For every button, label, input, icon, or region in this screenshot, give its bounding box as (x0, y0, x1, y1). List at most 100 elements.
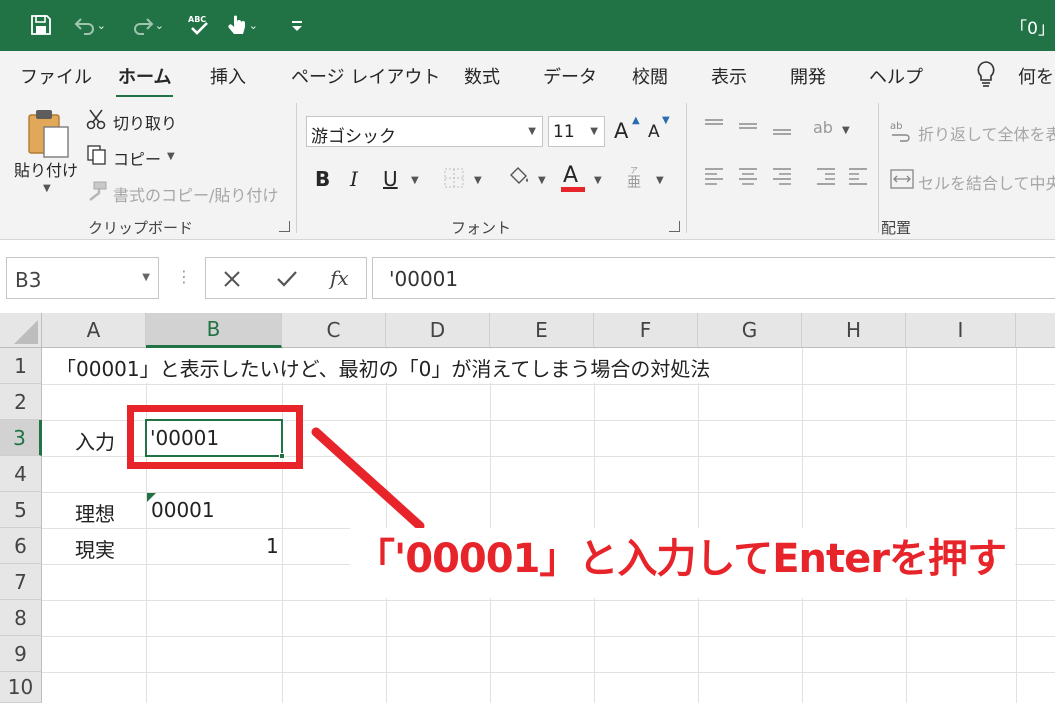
font-color-button[interactable]: A (563, 163, 578, 188)
font-color-swatch (561, 187, 585, 192)
name-box[interactable]: B3 ▼ (6, 257, 159, 299)
clipboard-launcher-icon[interactable] (279, 221, 290, 232)
svg-text:ab: ab (813, 118, 833, 137)
worksheet-grid[interactable]: A B C D E F G H I 1 2 3 4 5 6 7 8 9 10 「… (0, 313, 1055, 703)
tab-developer[interactable]: 開発 (790, 63, 826, 89)
copy-dropdown-icon[interactable]: ▼ (167, 151, 175, 162)
row-header-6[interactable]: 6 (0, 528, 42, 564)
cell-a1[interactable]: 「00001」と表示したいけど、最初の「0」が消えてしまう場合の対処法 (56, 353, 710, 382)
cell-a3[interactable]: 入力 (75, 426, 115, 455)
column-header-j[interactable] (1016, 313, 1055, 348)
ribbon-home: 貼り付け ▼ 切り取り コピー ▼ 書式のコピー/貼り付け クリップボード 游ゴ… (0, 97, 1055, 240)
font-name-value: 游ゴシック (311, 127, 396, 147)
spelling-icon[interactable]: ABC (184, 10, 214, 40)
column-header-h[interactable]: H (802, 313, 906, 348)
tell-me-search[interactable]: 何をし (1018, 63, 1055, 89)
tab-help[interactable]: ヘルプ (869, 63, 923, 89)
grow-font-button[interactable]: A (614, 119, 628, 143)
row-header-2[interactable]: 2 (0, 384, 42, 420)
cut-button[interactable]: 切り取り (113, 110, 177, 134)
merge-center-icon (890, 169, 914, 189)
orientation-dropdown-icon[interactable]: ▼ (842, 125, 850, 136)
undo-icon[interactable]: ⌄ (70, 10, 106, 40)
bold-button[interactable]: B (315, 167, 330, 191)
select-all-corner[interactable] (0, 313, 42, 348)
tab-view[interactable]: 表示 (711, 63, 747, 89)
wrap-text-icon: ab (890, 121, 910, 142)
tab-formulas[interactable]: 数式 (464, 63, 500, 89)
svg-text:亜: 亜 (627, 175, 641, 191)
cell-a5[interactable]: 理想 (75, 498, 115, 527)
format-painter-button[interactable]: 書式のコピー/貼り付け (113, 182, 278, 206)
row-header-4[interactable]: 4 (0, 456, 42, 492)
format-painter-icon (89, 181, 107, 201)
name-box-dropdown-icon[interactable]: ▼ (142, 272, 150, 283)
tab-home[interactable]: ホーム (115, 63, 174, 98)
cell-a6[interactable]: 現実 (75, 534, 115, 563)
font-size-dropdown-icon[interactable]: ▼ (590, 126, 598, 137)
svg-text:ABC: ABC (188, 15, 206, 24)
font-launcher-icon[interactable] (669, 221, 680, 232)
redo-icon[interactable]: ⌄ (128, 10, 164, 40)
ribbon-tabs: ファイル ホーム 挿入 ページ レイアウト 数式 データ 校閲 表示 開発 ヘル… (0, 51, 1055, 98)
wrap-text-button[interactable]: 折り返して全体を表 (918, 121, 1055, 145)
row-header-8[interactable]: 8 (0, 600, 42, 636)
shrink-font-button[interactable]: A (648, 122, 660, 142)
vertical-align-icons[interactable]: ab (703, 115, 845, 139)
row-header-5[interactable]: 5 (0, 492, 42, 528)
column-header-a[interactable]: A (42, 313, 146, 348)
phonetic-guide-icon[interactable]: ア 亜 (625, 165, 647, 191)
font-name-dropdown-icon[interactable]: ▼ (528, 126, 536, 137)
lightbulb-icon[interactable] (974, 59, 998, 89)
column-header-f[interactable]: F (594, 313, 698, 348)
borders-icon[interactable] (443, 167, 465, 189)
borders-dropdown-icon[interactable]: ▼ (474, 175, 482, 186)
tab-insert[interactable]: 挿入 (210, 63, 246, 89)
paste-icon[interactable] (26, 107, 72, 159)
column-header-d[interactable]: D (386, 313, 490, 348)
gridline (42, 384, 1055, 385)
row-header-9[interactable]: 9 (0, 636, 42, 672)
row-header-3[interactable]: 3 (0, 420, 42, 456)
font-color-dropdown-icon[interactable]: ▼ (594, 175, 602, 186)
underline-button[interactable]: U (383, 167, 398, 191)
formula-input[interactable]: '00001 (372, 257, 1055, 299)
insert-function-button[interactable]: fx (330, 266, 349, 290)
tab-page-layout[interactable]: ページ レイアウト (291, 63, 440, 89)
italic-button[interactable]: I (350, 167, 358, 191)
fill-color-dropdown-icon[interactable]: ▼ (538, 175, 546, 186)
save-icon[interactable] (26, 10, 56, 40)
copy-icon (87, 145, 106, 165)
paste-button[interactable]: 貼り付け (14, 157, 78, 181)
column-header-e[interactable]: E (490, 313, 594, 348)
cell-b6[interactable]: 1 (266, 534, 279, 558)
cell-b5[interactable]: 00001 (151, 498, 215, 522)
row-header-10[interactable]: 10 (0, 672, 42, 703)
tab-data[interactable]: データ (543, 63, 597, 89)
font-name-select[interactable]: 游ゴシック ▼ (306, 116, 543, 147)
column-header-b[interactable]: B (146, 313, 282, 348)
tab-file[interactable]: ファイル (20, 63, 92, 89)
customize-toolbar-icon[interactable] (282, 10, 312, 40)
cancel-icon[interactable] (222, 269, 242, 289)
enter-check-icon[interactable] (276, 269, 298, 289)
horizontal-align-icons[interactable] (703, 165, 869, 191)
font-size-select[interactable]: 11 ▼ (548, 116, 605, 147)
touch-mode-icon[interactable]: ⌄ (222, 10, 258, 40)
merge-center-button[interactable]: セルを結合して中央 (918, 170, 1055, 194)
underline-dropdown-icon[interactable]: ▼ (411, 175, 419, 186)
group-separator (686, 103, 687, 233)
alignment-group-label: 配置 (881, 219, 912, 237)
copy-button[interactable]: コピー (113, 146, 161, 170)
group-separator (878, 103, 879, 233)
column-header-g[interactable]: G (698, 313, 802, 348)
phonetic-dropdown-icon[interactable]: ▼ (656, 175, 664, 186)
tab-review[interactable]: 校閲 (632, 63, 668, 89)
column-header-c[interactable]: C (282, 313, 386, 348)
paste-dropdown-icon[interactable]: ▼ (43, 183, 51, 194)
row-header-7[interactable]: 7 (0, 564, 42, 600)
title-bar: ⌄ ⌄ ABC ⌄ 「0」 (0, 0, 1055, 51)
column-header-i[interactable]: I (906, 313, 1016, 348)
fill-color-icon[interactable] (506, 165, 532, 189)
row-header-1[interactable]: 1 (0, 348, 42, 384)
